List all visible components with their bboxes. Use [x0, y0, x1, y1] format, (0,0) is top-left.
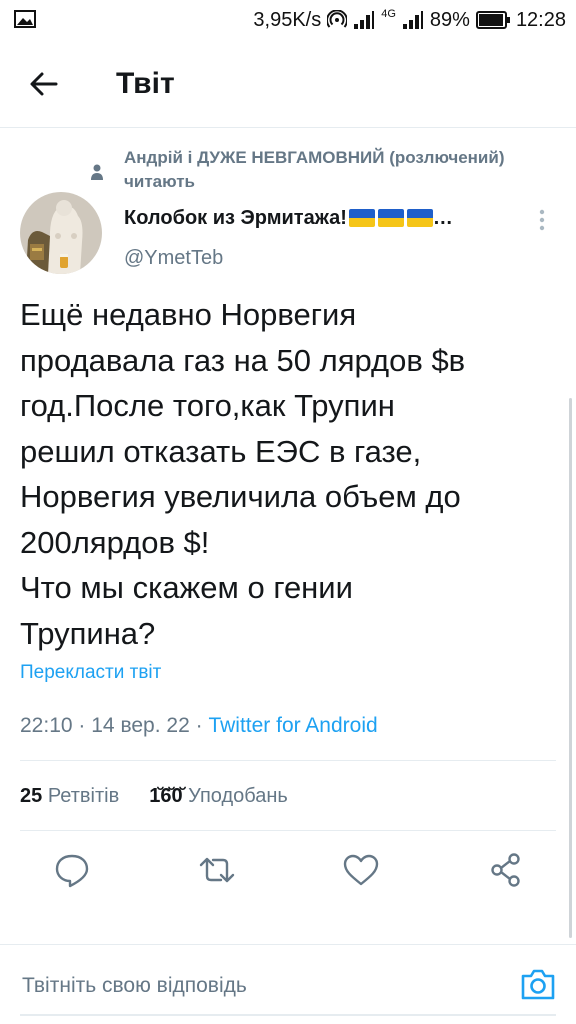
signal-icon-2: [402, 11, 423, 29]
signal-icon: [354, 11, 375, 29]
ukraine-flag-icon: [406, 209, 433, 227]
scrollbar[interactable]: [569, 398, 572, 938]
avatar[interactable]: [20, 192, 102, 274]
ukraine-flag-icon: [348, 209, 375, 227]
tweet-time: 22:10: [20, 714, 73, 737]
status-bar: 3,95K/s 4G 89% 12:28: [0, 0, 576, 40]
like-icon[interactable]: [341, 850, 381, 890]
tweet-metadata: 22:10 · 14 вер. 22 · Twitter for Android: [20, 712, 378, 740]
likes-stat[interactable]: 1̆6̆0̆ Уподобань: [149, 782, 288, 810]
retweets-stat[interactable]: 25 Ретвітів: [20, 782, 119, 810]
share-icon[interactable]: [486, 850, 526, 890]
reply-underline: [20, 1014, 556, 1016]
more-vertical-icon[interactable]: [532, 206, 552, 234]
tweet-source-link[interactable]: Twitter for Android: [208, 714, 377, 737]
translate-tweet-link[interactable]: Перекласти твіт: [20, 660, 161, 686]
social-context-text: Андрій і ДУЖЕ НЕВГАМОВНИЙ (розлючений) ч…: [124, 148, 505, 191]
page-title: Твіт: [116, 67, 175, 100]
likes-label: Уподобань: [188, 785, 288, 807]
network-type: 4G: [381, 8, 396, 20]
image-icon: [14, 10, 36, 28]
hotspot-icon: [327, 10, 348, 28]
battery-percent: 89%: [429, 9, 470, 31]
tweet-date: 14 вер. 22: [91, 714, 190, 737]
meta-separator: ·: [195, 714, 203, 737]
retweets-count: 25: [20, 785, 43, 807]
tweet-stats: 25 Ретвітів 1̆6̆0̆ Уподобань: [20, 782, 288, 810]
camera-icon[interactable]: [520, 967, 556, 1001]
ukraine-flag-icon: [377, 209, 404, 227]
tweet-text: Ещё недавно Норвегия продавала газ на 50…: [20, 297, 466, 651]
person-icon: [91, 164, 103, 180]
name-ellipsis: …: [432, 207, 453, 229]
meta-separator: ·: [78, 714, 86, 737]
battery-icon: [475, 11, 510, 29]
divider: [20, 760, 556, 761]
author-handle[interactable]: @YmetTeb: [124, 245, 223, 271]
divider: [20, 830, 556, 831]
likes-count: 1̆6̆0̆: [149, 785, 183, 807]
ukraine-flag-icons: [348, 209, 433, 227]
clock: 12:28: [515, 9, 566, 31]
retweet-icon[interactable]: [197, 850, 237, 890]
retweets-label: Ретвітів: [47, 785, 120, 807]
reply-bar: Твітніть свою відповідь: [0, 944, 576, 1024]
author-name[interactable]: Колобок из Эрмитажа! …: [124, 204, 453, 232]
avatar-image: [20, 192, 102, 274]
network-speed: 3,95K/s: [253, 9, 322, 31]
reply-icon[interactable]: [52, 850, 92, 890]
reply-input[interactable]: Твітніть свою відповідь: [22, 971, 247, 1001]
tweet-action-bar: [0, 850, 576, 894]
author-name-text: Колобок из Эрмитажа!: [124, 207, 347, 229]
app-bar: Твіт: [0, 40, 576, 128]
arrow-left-icon[interactable]: [26, 66, 62, 102]
